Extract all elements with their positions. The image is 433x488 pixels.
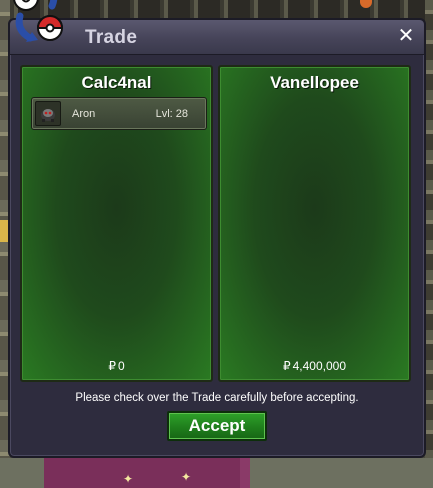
close-icon[interactable]: ✕ (396, 25, 416, 47)
partner-trainer-name: Vanellopee (270, 73, 359, 92)
my-trainer-name: Calc4nal (81, 73, 152, 92)
pokedollar-icon: ₽ (282, 359, 291, 373)
money-amount: 4,400,000 (292, 359, 347, 373)
partner-offer-panel: Vanellopee ₽4,400,000 (218, 65, 411, 382)
partner-money-offer: ₽4,400,000 (220, 359, 409, 373)
pokemon-name: Aron (72, 108, 96, 120)
money-amount: 0 (117, 359, 125, 373)
trade-dialog: Trade ✕ Calc4nal Aron Lvl: 28 ₽0 Vanello… (8, 18, 426, 458)
game-background-bottom (0, 458, 433, 488)
my-offer-panel: Calc4nal Aron Lvl: 28 ₽0 (20, 65, 213, 382)
title-bar[interactable]: Trade ✕ (10, 20, 424, 55)
my-money-offer: ₽0 (22, 359, 211, 373)
star-decoration-icon: ✦ (123, 472, 134, 486)
accept-button[interactable]: Accept (167, 411, 267, 441)
game-background-right (425, 0, 433, 488)
pokedollar-icon: ₽ (108, 359, 116, 373)
aron-sprite-icon (35, 101, 61, 126)
game-background-object (0, 220, 8, 242)
trade-pokeballs-icon (2, 0, 72, 44)
pokemon-level: Lvl: 28 (155, 108, 188, 120)
star-decoration-icon: ✦ (181, 470, 192, 484)
dialog-title: Trade (85, 27, 138, 48)
trade-notice: Please check over the Trade carefully be… (75, 392, 359, 404)
offered-pokemon-slot[interactable]: Aron Lvl: 28 (31, 97, 207, 130)
